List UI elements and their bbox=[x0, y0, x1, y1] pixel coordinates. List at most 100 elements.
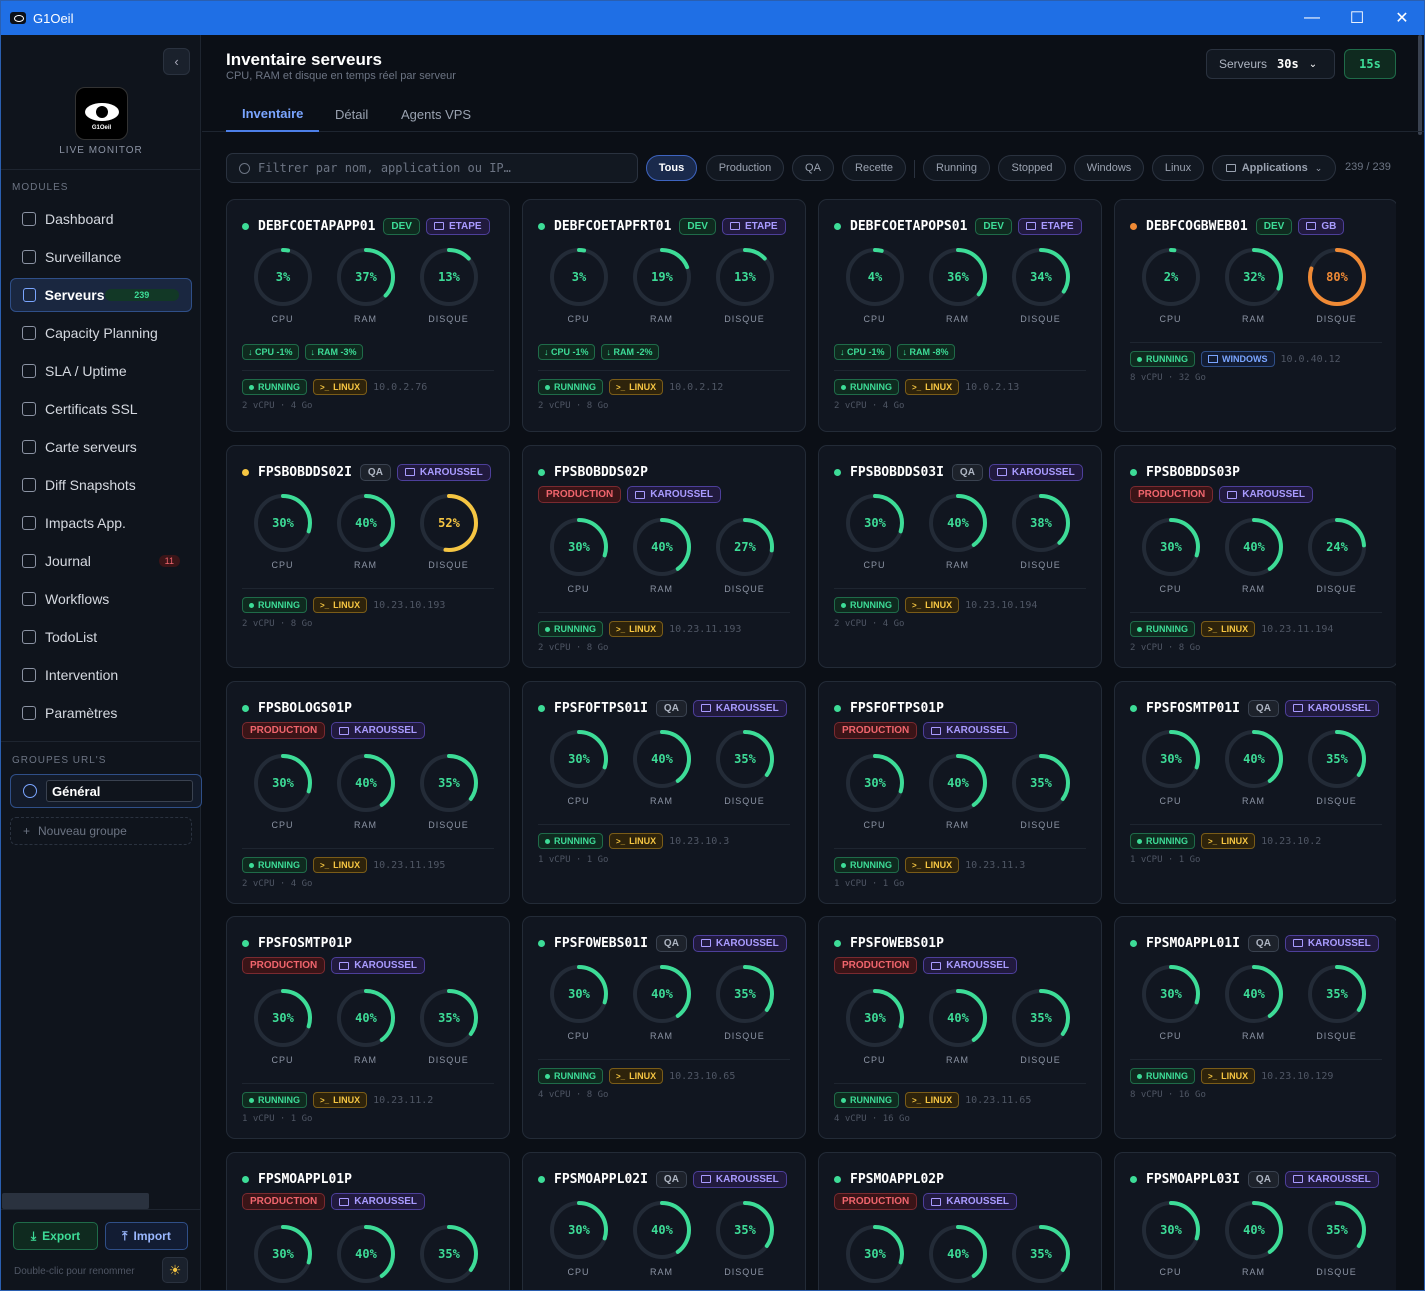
sidebar-item-diff-snapshots[interactable]: Diff Snapshots bbox=[10, 468, 192, 502]
filter-chip-qa[interactable]: QA bbox=[792, 155, 834, 181]
sidebar-item-workflows[interactable]: Workflows bbox=[10, 582, 192, 616]
sidebar-item-certificats-ssl[interactable]: Certificats SSL bbox=[10, 392, 192, 426]
export-button[interactable]: ⤓ Export bbox=[13, 1222, 98, 1250]
gauge-value: 30% bbox=[1160, 1223, 1182, 1237]
theme-toggle-button[interactable]: ☀ bbox=[162, 1257, 188, 1283]
server-card[interactable]: FPSMOAPPL02I QA KAROUSSEL 30% CPU 40% RAM 35% DI… bbox=[522, 1152, 806, 1290]
group-item-general[interactable]: Général bbox=[10, 774, 202, 808]
gauge-label: RAM bbox=[1242, 314, 1265, 324]
sidebar-item-label: Workflows bbox=[45, 591, 110, 607]
status-dot bbox=[1130, 468, 1137, 476]
server-card[interactable]: PRODUCTION KAROUSSEL FPSBOBDDS02P 30% CPU 40%… bbox=[522, 445, 806, 668]
search-input[interactable] bbox=[258, 161, 618, 175]
app-window-icon bbox=[1225, 164, 1236, 172]
app-badge-label: KAROUSSEL bbox=[715, 702, 779, 714]
gauge-value: 35% bbox=[734, 752, 756, 766]
status-row: RUNNING LINUX 10.23.10.129 bbox=[1130, 1068, 1333, 1084]
servers-interval-select[interactable]: Serveurs 30s ⌄ bbox=[1206, 49, 1335, 79]
app-badge: KAROUSSEL bbox=[331, 1193, 426, 1210]
sidebar-scrollbar[interactable] bbox=[2, 1193, 149, 1209]
gauge-value: 35% bbox=[1030, 776, 1052, 790]
sidebar-item-sla-uptime[interactable]: SLA / Uptime bbox=[10, 354, 192, 388]
maximize-button[interactable]: ☐ bbox=[1334, 1, 1380, 35]
filter-chip-running[interactable]: Running bbox=[923, 155, 990, 181]
server-name: FPSBOLOGS01P bbox=[258, 700, 352, 716]
filter-chip-recette[interactable]: Recette bbox=[842, 155, 906, 181]
sun-icon: ☀ bbox=[168, 1261, 182, 1278]
server-card[interactable]: FPSFOSMTP01I QA KAROUSSEL 30% CPU 40% RAM 35% DI… bbox=[1114, 681, 1396, 904]
env-badge: PRODUCTION bbox=[834, 957, 918, 974]
sidebar-item-journal[interactable]: Journal 11 bbox=[10, 544, 192, 578]
server-card[interactable]: FPSMOAPPL01I QA KAROUSSEL 30% CPU 40% RAM 35% DI… bbox=[1114, 916, 1396, 1139]
server-card[interactable]: PRODUCTIONKAROUSSELFPSMOAPPL02P30%CPU40%… bbox=[818, 1152, 1102, 1290]
filter-chip-windows[interactable]: Windows bbox=[1074, 155, 1144, 181]
server-card[interactable]: FPSFOFTPS01I QA KAROUSSEL 30% CPU 40% RAM 35% DI… bbox=[522, 681, 806, 904]
server-spec: 2 vCPU · 4 Go bbox=[834, 619, 905, 629]
gauge-row: 30%CPU40%RAM35%DISQUE bbox=[1129, 963, 1378, 1041]
server-card[interactable]: PRODUCTION KAROUSSEL FPSBOBDDS03P 30% CPU 40%… bbox=[1114, 445, 1396, 668]
group-name-field[interactable]: Général bbox=[46, 780, 193, 802]
tag-row: PRODUCTION KAROUSSEL bbox=[538, 486, 727, 503]
card-header: FPSMOAPPL03I QA KAROUSSEL bbox=[1130, 1169, 1389, 1189]
running-badge: RUNNING bbox=[538, 621, 603, 637]
tab-agents-vps[interactable]: Agents VPS bbox=[401, 96, 471, 132]
network-icon bbox=[22, 516, 36, 530]
app-badge-label: KAROUSSEL bbox=[715, 1173, 779, 1185]
sidebar-item-carte-serveurs[interactable]: Carte serveurs bbox=[10, 430, 192, 464]
gauge-label: RAM bbox=[354, 1055, 377, 1065]
minimize-button[interactable]: — bbox=[1289, 1, 1335, 35]
card-header: FPSBOBDDS02I QA KAROUSSEL bbox=[242, 462, 501, 482]
sidebar-item-capacity-planning[interactable]: Capacity Planning bbox=[10, 316, 192, 350]
sidebar-item-surveillance[interactable]: Surveillance bbox=[10, 240, 192, 274]
os-badge-linux: LINUX bbox=[313, 1092, 368, 1108]
gauge-value: 80% bbox=[1326, 270, 1348, 284]
search-icon bbox=[239, 162, 250, 174]
gauge-disk: 13% DISQUE bbox=[703, 246, 786, 324]
import-button[interactable]: ⤒ Import bbox=[105, 1222, 188, 1250]
server-card[interactable]: DEBFCOETAPAPP01 DEV ETAPE 3% CPU 37% RAM 13% DIS… bbox=[226, 199, 510, 432]
refresh-interval-button[interactable]: 15s bbox=[1344, 49, 1396, 79]
gauge-ring: 3% bbox=[253, 248, 312, 306]
server-card[interactable]: PRODUCTION KAROUSSEL FPSFOWEBS01P 30% CPU 40%… bbox=[818, 916, 1102, 1139]
divider bbox=[834, 588, 1086, 589]
applications-dropdown[interactable]: Applications ⌄ bbox=[1212, 155, 1336, 181]
sidebar-item-impacts-app[interactable]: Impacts App. bbox=[10, 506, 192, 540]
sidebar-item-dashboard[interactable]: Dashboard bbox=[10, 202, 192, 236]
server-card[interactable]: PRODUCTION KAROUSSEL FPSFOSMTP01P 30% CPU 40%… bbox=[226, 916, 510, 1139]
filter-chip-tous[interactable]: Tous bbox=[646, 155, 697, 181]
close-button[interactable]: ✕ bbox=[1379, 1, 1424, 35]
server-card[interactable]: PRODUCTIONKAROUSSELFPSMOAPPL01P30%CPU40%… bbox=[226, 1152, 510, 1290]
os-badge-linux: LINUX bbox=[609, 621, 664, 637]
server-card[interactable]: PRODUCTION KAROUSSEL FPSFOFTPS01P 30% CPU 40%… bbox=[818, 681, 1102, 904]
sidebar-item-todolist[interactable]: TodoList bbox=[10, 620, 192, 654]
tab-inventaire[interactable]: Inventaire bbox=[226, 96, 320, 132]
new-group-button[interactable]: + Nouveau groupe bbox=[10, 817, 192, 845]
status-row: RUNNING LINUX 10.0.2.12 bbox=[538, 379, 723, 395]
sidebar-item-serveurs[interactable]: Serveurs 239 bbox=[10, 278, 192, 312]
filter-chip-linux[interactable]: Linux bbox=[1152, 155, 1204, 181]
collapse-sidebar-button[interactable]: ‹ bbox=[163, 48, 190, 75]
server-card[interactable]: DEBFCOETAPOPS01 DEV ETAPE 4% CPU 36% RAM 34% DIS… bbox=[818, 199, 1102, 432]
gauge-cpu: 30% CPU bbox=[1129, 1199, 1212, 1277]
tab-detail[interactable]: Détail bbox=[335, 96, 368, 132]
sidebar-item-param-tres[interactable]: Paramètres bbox=[10, 696, 192, 730]
server-card[interactable]: DEBFCOGBWEB01 DEV GB 2% CPU 32% RAM 80% DISQUE RU… bbox=[1114, 199, 1396, 432]
server-card[interactable]: FPSMOAPPL03I QA KAROUSSEL 30% CPU 40% RAM 35% DI… bbox=[1114, 1152, 1396, 1290]
status-dot bbox=[242, 704, 249, 712]
sidebar-item-label: Surveillance bbox=[45, 249, 122, 265]
gauge-ring: 30% bbox=[253, 989, 312, 1047]
gauge-value: 30% bbox=[272, 1247, 294, 1261]
server-card[interactable]: FPSBOBDDS03I QA KAROUSSEL 30% CPU 40% RAM 38% DI… bbox=[818, 445, 1102, 668]
server-card[interactable]: PRODUCTION KAROUSSEL FPSBOLOGS01P 30% CPU 40%… bbox=[226, 681, 510, 904]
server-card[interactable]: FPSFOWEBS01I QA KAROUSSEL 30% CPU 40% RAM 35% DI… bbox=[522, 916, 806, 1139]
gauge-value: 30% bbox=[272, 776, 294, 790]
card-header: FPSMOAPPL01I QA KAROUSSEL bbox=[1130, 933, 1389, 953]
gauge-ring: 35% bbox=[715, 730, 774, 788]
server-card[interactable]: DEBFCOETAPFRT01 DEV ETAPE 3% CPU 19% RAM 13% DIS… bbox=[522, 199, 806, 432]
app-badge-label: GB bbox=[1321, 220, 1337, 232]
sidebar-item-intervention[interactable]: Intervention bbox=[10, 658, 192, 692]
filter-chip-stopped[interactable]: Stopped bbox=[998, 155, 1066, 181]
filter-chip-production[interactable]: Production bbox=[706, 155, 784, 181]
server-card[interactable]: FPSBOBDDS02I QA KAROUSSEL 30% CPU 40% RAM 52% DI… bbox=[226, 445, 510, 668]
gauge-row: 30%CPU40%RAM35%DISQUE bbox=[241, 1223, 490, 1290]
